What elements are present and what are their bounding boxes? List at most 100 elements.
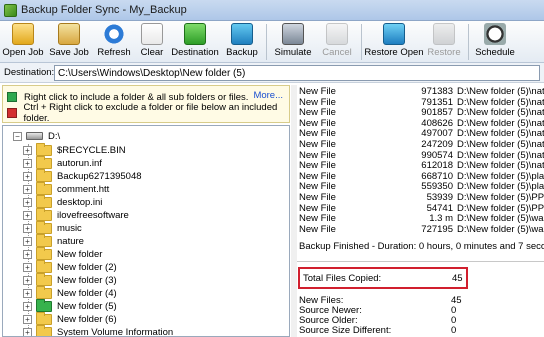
log-row[interactable]: New File 54741 D:\New folder (5)\PP-N bbox=[299, 203, 544, 214]
log-action: New File bbox=[299, 170, 336, 182]
log-row[interactable]: New File 612018 D:\New folder (5)\natur bbox=[299, 160, 544, 171]
summary-row: Source Size Different: 0 bbox=[299, 325, 469, 336]
tree-item-label: $RECYCLE.BIN bbox=[57, 145, 126, 156]
backup-icon bbox=[231, 23, 253, 45]
cancel-label: Cancel bbox=[322, 47, 352, 58]
expand-icon[interactable]: + bbox=[23, 185, 32, 194]
log-path: D:\New folder (5)\wallp bbox=[457, 223, 544, 235]
log-row[interactable]: New File 668710 D:\New folder (5)\plann bbox=[299, 171, 544, 182]
folder-icon bbox=[36, 286, 52, 299]
log-size: 497007 bbox=[421, 128, 453, 140]
tree-item[interactable]: + System Volume Information bbox=[23, 325, 173, 336]
log-path: D:\New folder (5)\natur bbox=[457, 117, 544, 129]
expand-icon[interactable]: + bbox=[23, 276, 32, 285]
expand-icon[interactable]: + bbox=[23, 159, 32, 168]
restore-open-button[interactable]: Restore Open bbox=[364, 21, 424, 63]
tree-item-label: music bbox=[57, 223, 82, 234]
log-row[interactable]: New File 53939 D:\New folder (5)\PP-N bbox=[299, 192, 544, 203]
expand-icon[interactable]: + bbox=[23, 146, 32, 155]
log-path: D:\New folder (5)\natur bbox=[457, 128, 544, 140]
tree-item[interactable]: + nature bbox=[23, 234, 84, 248]
destination-button[interactable]: Destination bbox=[168, 21, 222, 63]
expand-icon[interactable]: + bbox=[23, 315, 32, 324]
more-link[interactable]: More... bbox=[253, 90, 283, 101]
folder-icon bbox=[36, 273, 52, 286]
expand-icon[interactable]: + bbox=[23, 302, 32, 311]
hint-box: Right click to include a folder & all su… bbox=[2, 85, 290, 124]
log-list[interactable]: New File 971383 D:\New folder (5)\natur New… bbox=[297, 85, 544, 235]
log-path: D:\New folder (5)\natur bbox=[457, 107, 544, 119]
app-icon bbox=[4, 3, 17, 17]
log-size: 791351 bbox=[421, 96, 453, 108]
tree-root-label: D:\ bbox=[48, 130, 61, 142]
log-row[interactable]: New File 971383 D:\New folder (5)\natur bbox=[299, 86, 544, 97]
log-action: New File bbox=[299, 223, 336, 235]
destination-path-field[interactable]: C:\Users\Windows\Desktop\New folder (5) bbox=[54, 64, 540, 81]
log-row[interactable]: New File 791351 D:\New folder (5)\natur bbox=[299, 97, 544, 108]
folder-tree[interactable]: − D:\ + $RECYCLE.BIN + autorun.inf + Backup62… bbox=[2, 125, 290, 337]
log-size: 901857 bbox=[421, 107, 453, 119]
log-size: 727195 bbox=[421, 223, 453, 235]
tree-item[interactable]: + desktop.ini bbox=[23, 195, 102, 209]
schedule-label: Schedule bbox=[475, 47, 515, 58]
log-path: D:\New folder (5)\natur bbox=[457, 96, 544, 108]
restore-button[interactable]: Restore bbox=[424, 21, 464, 63]
tree-item-label: nature bbox=[57, 236, 84, 247]
log-row[interactable]: New File 497007 D:\New folder (5)\natur bbox=[299, 128, 544, 139]
clear-icon bbox=[141, 23, 163, 45]
log-row[interactable]: New File 408626 D:\New folder (5)\natur bbox=[299, 118, 544, 129]
expand-icon[interactable]: + bbox=[23, 211, 32, 220]
save-job-button[interactable]: Save Job bbox=[46, 21, 92, 63]
expand-icon[interactable]: + bbox=[23, 237, 32, 246]
log-size: 559350 bbox=[421, 181, 453, 193]
schedule-button[interactable]: Schedule bbox=[473, 21, 517, 63]
exclude-hint: Ctrl + Right click to exclude a folder o… bbox=[7, 102, 289, 124]
toolbar-separator bbox=[468, 24, 469, 60]
log-action: New File bbox=[299, 96, 336, 108]
backup-finished-message: Backup Finished - Duration: 0 hours, 0 m… bbox=[299, 241, 544, 252]
expand-icon[interactable]: + bbox=[23, 250, 32, 259]
collapse-icon[interactable]: − bbox=[13, 131, 22, 141]
clear-button[interactable]: Clear bbox=[136, 21, 168, 63]
folder-icon bbox=[36, 312, 52, 325]
tree-item-label: ilovefreesoftware bbox=[57, 210, 129, 221]
expand-icon[interactable]: + bbox=[23, 198, 32, 207]
refresh-button[interactable]: Refresh bbox=[92, 21, 136, 63]
summary-value: 0 bbox=[451, 325, 457, 336]
folder-icon bbox=[36, 260, 52, 273]
simulate-button[interactable]: Simulate bbox=[271, 21, 315, 63]
log-row[interactable]: New File 990574 D:\New folder (5)\natur bbox=[299, 150, 544, 161]
restore-open-icon bbox=[383, 23, 405, 45]
simulate-label: Simulate bbox=[274, 47, 312, 58]
expand-icon[interactable]: + bbox=[23, 224, 32, 233]
log-action: New File bbox=[299, 192, 336, 203]
total-files-copied-highlight: Total Files Copied: 45 bbox=[298, 267, 468, 289]
log-row[interactable]: New File 727195 D:\New folder (5)\wallp bbox=[299, 224, 544, 235]
tree-item[interactable]: + music bbox=[23, 221, 82, 235]
log-row[interactable]: New File 901857 D:\New folder (5)\natur bbox=[299, 107, 544, 118]
toolbar-separator bbox=[361, 24, 362, 60]
tree-item-label: New folder (4) bbox=[57, 288, 117, 299]
open-job-button[interactable]: Open Job bbox=[0, 21, 46, 63]
log-action: New File bbox=[299, 139, 336, 150]
exclude-color-icon bbox=[7, 108, 17, 118]
log-size: 54741 bbox=[426, 202, 453, 214]
open-folder-icon bbox=[12, 23, 34, 45]
log-row[interactable]: New File 559350 D:\New folder (5)\plann bbox=[299, 181, 544, 192]
clear-label: Clear bbox=[140, 47, 164, 58]
tree-item[interactable]: + New folder bbox=[23, 247, 102, 261]
toolbar: Open Job Save Job Refresh Clear Destinat… bbox=[0, 21, 544, 63]
log-path: D:\New folder (5)\natur bbox=[457, 86, 544, 97]
expand-icon[interactable]: + bbox=[23, 289, 32, 298]
backup-button[interactable]: Backup bbox=[222, 21, 262, 63]
expand-icon[interactable]: + bbox=[23, 263, 32, 272]
expand-icon[interactable]: + bbox=[23, 172, 32, 181]
tree-root-drive[interactable]: − D:\ bbox=[13, 130, 60, 142]
expand-icon[interactable]: + bbox=[23, 328, 32, 336]
log-row[interactable]: New File 247209 D:\New folder (5)\natur bbox=[299, 139, 544, 150]
tree-item[interactable]: + autorun.inf bbox=[23, 156, 102, 170]
log-row[interactable]: New File 1.3 m D:\New folder (5)\wallp bbox=[299, 213, 544, 224]
include-color-icon bbox=[7, 92, 17, 102]
cancel-button[interactable]: Cancel bbox=[315, 21, 359, 63]
tree-item-label: New folder (3) bbox=[57, 275, 117, 286]
